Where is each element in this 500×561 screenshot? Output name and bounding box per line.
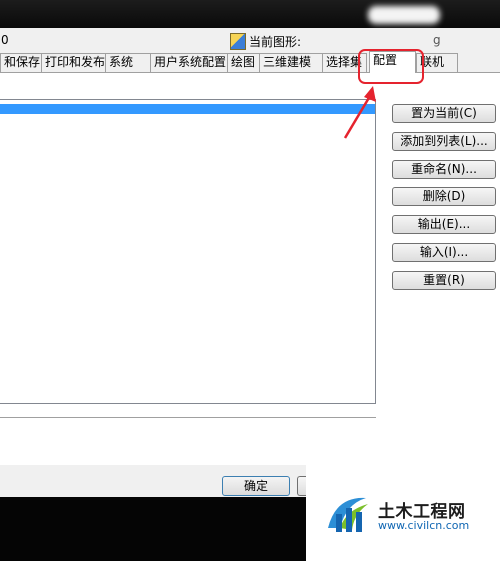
- selected-profile-row[interactable]: [0, 104, 375, 114]
- logo-icon: [328, 497, 368, 532]
- rename-button[interactable]: 重命名(N)...: [392, 160, 496, 179]
- ok-button[interactable]: 确定: [222, 476, 290, 496]
- tab-plot-publish[interactable]: 打印和发布: [41, 53, 106, 72]
- blurred-title: [368, 6, 440, 24]
- divider: [0, 417, 376, 418]
- set-current-button[interactable]: 置为当前(C): [392, 104, 496, 123]
- tab-3d-modeling[interactable]: 三维建模: [259, 53, 323, 72]
- watermark-url: www.civilcn.com: [378, 519, 470, 532]
- arrow-icon: [343, 86, 376, 139]
- current-drawing-label: 当前图形:: [249, 35, 302, 49]
- add-to-list-button[interactable]: 添加到列表(L)...: [392, 132, 496, 151]
- tab-open-save[interactable]: 和保存: [0, 53, 42, 72]
- tab-strip-line: [0, 72, 500, 73]
- title-bar: [0, 0, 500, 28]
- profiles-list[interactable]: [0, 99, 376, 404]
- import-button[interactable]: 输入(I)...: [392, 243, 496, 262]
- tab-drafting[interactable]: 绘图: [227, 53, 260, 72]
- reset-button[interactable]: 重置(R): [392, 271, 496, 290]
- highlight-box: [358, 49, 424, 84]
- export-button[interactable]: 输出(E)...: [392, 215, 496, 234]
- current-profile-value: 0: [1, 33, 9, 47]
- current-drawing-value: g: [433, 33, 441, 47]
- drawing-icon: [230, 33, 246, 50]
- tab-user-preferences[interactable]: 用户系统配置: [150, 53, 228, 72]
- delete-button[interactable]: 删除(D): [392, 187, 496, 206]
- tab-system[interactable]: 系统: [105, 53, 151, 72]
